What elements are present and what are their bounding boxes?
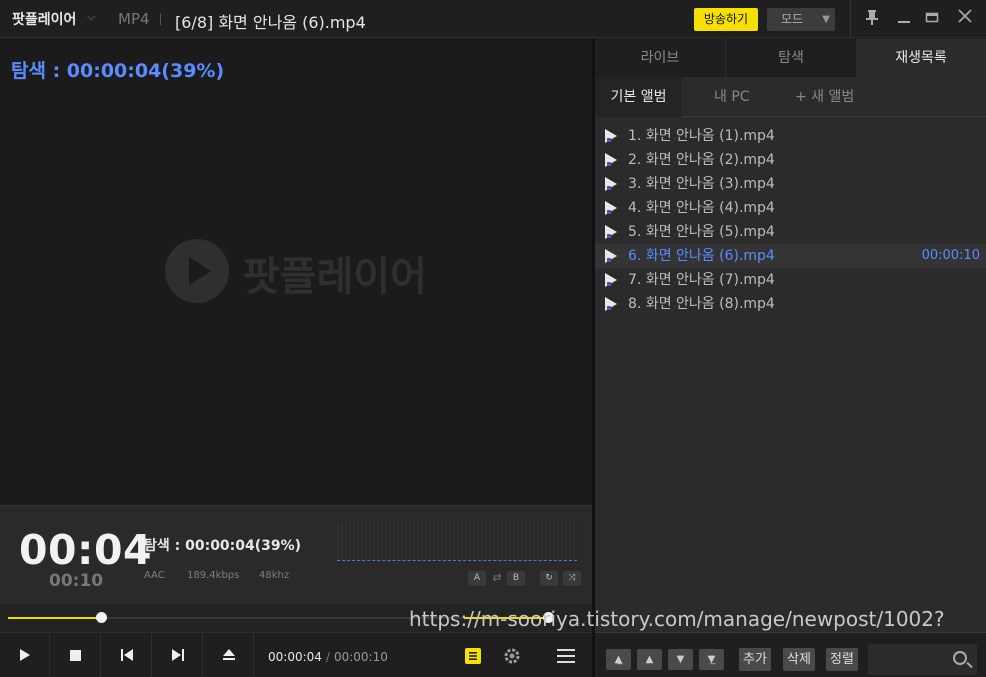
gear-icon[interactable] xyxy=(502,646,522,666)
app-logo-menu[interactable]: 팟플레이어 xyxy=(12,9,76,29)
subtab-new-album[interactable]: + 새 앨범 xyxy=(795,77,854,117)
playlist-item-title: 5. 화면 안나옴 (5).mp4 xyxy=(628,224,775,240)
move-top-icon[interactable]: ▲̲ xyxy=(606,649,631,670)
maximize-icon[interactable] xyxy=(922,9,942,29)
subtab-my-pc[interactable]: 내 PC xyxy=(714,77,750,117)
spectrum-visualizer xyxy=(337,524,577,561)
title-bar: 팟플레이어 ⌵ MP4 [6/8] 화면 안나옴 (6).mp4 방송하기 모드… xyxy=(0,0,986,38)
playlist-item[interactable]: 1. 화면 안나옴 (1).mp4 xyxy=(595,124,986,148)
video-file-icon xyxy=(605,201,617,215)
playlist-item-current[interactable]: 6. 화면 안나옴 (6).mp4 00:00:10 xyxy=(595,244,986,268)
elapsed-time: 00:00:04 xyxy=(268,650,322,664)
move-up-icon[interactable]: ▲ xyxy=(637,649,662,670)
play-button[interactable] xyxy=(0,633,50,677)
audio-sample-rate: 48khz xyxy=(259,570,290,581)
seek-osd-text: 탐색 : 00:00:04(39%) xyxy=(11,60,225,82)
playlist-item[interactable]: 2. 화면 안나옴 (2).mp4 xyxy=(595,148,986,172)
tab-live[interactable]: 라이브 xyxy=(595,39,726,77)
video-file-icon xyxy=(605,129,617,143)
playlist-item-title: 6. 화면 안나옴 (6).mp4 xyxy=(628,248,775,264)
side-panel: 라이브 탐색 재생목록 기본 앨범 내 PC + 새 앨범 1. 화면 안나옴 … xyxy=(595,39,986,677)
mode-label: 모드 xyxy=(781,12,804,26)
video-file-icon xyxy=(605,297,617,311)
control-bar: 00:00:04/00:00:10 xyxy=(0,632,592,677)
playlist-search-input[interactable] xyxy=(868,644,977,675)
file-format-label: MP4 xyxy=(118,10,150,28)
close-icon[interactable] xyxy=(955,9,975,29)
playlist-toolbar: ▲̲ ▲ ▼ ▼̲ 추가 삭제 정렬 xyxy=(595,632,986,677)
playlist-item[interactable]: 4. 화면 안나옴 (4).mp4 xyxy=(595,196,986,220)
loop-icon[interactable]: ↻ xyxy=(540,571,558,586)
duration-time: 00:00:10 xyxy=(333,650,388,664)
ab-repeat-a-button[interactable]: A xyxy=(468,571,486,586)
minimize-icon[interactable] xyxy=(894,9,914,29)
sort-button[interactable]: 정렬 xyxy=(826,648,858,671)
chevron-down-icon[interactable]: ⌵ xyxy=(87,10,95,24)
total-time: 00:10 xyxy=(49,571,104,591)
video-file-icon xyxy=(605,177,617,191)
playlist-item-title: 2. 화면 안나옴 (2).mp4 xyxy=(628,152,775,168)
subtab-default-album[interactable]: 기본 앨범 xyxy=(595,77,682,117)
album-tabs: 기본 앨범 내 PC + 새 앨범 xyxy=(595,77,986,117)
pin-icon[interactable] xyxy=(862,9,882,29)
title-vertical-divider xyxy=(850,0,851,38)
info-panel: 00:04 00:10 탐색 : 00:00:04(39%) AAC 189.4… xyxy=(0,505,592,604)
eject-button[interactable] xyxy=(204,633,254,677)
next-button[interactable] xyxy=(153,633,203,677)
playlist-item-duration: 00:00:10 xyxy=(921,248,980,263)
video-file-icon xyxy=(605,273,617,287)
title-separator xyxy=(160,13,161,25)
playlist-item-title: 3. 화면 안나옴 (3).mp4 xyxy=(628,176,775,192)
ab-repeat-b-button[interactable]: B xyxy=(507,571,525,586)
panel-tabs: 라이브 탐색 재생목록 xyxy=(595,39,986,77)
playlist-item[interactable]: 7. 화면 안나옴 (7).mp4 xyxy=(595,268,986,292)
file-title: [6/8] 화면 안나옴 (6).mp4 xyxy=(175,13,366,32)
delete-button[interactable]: 삭제 xyxy=(783,648,815,671)
tab-playlist[interactable]: 재생목록 xyxy=(857,39,986,77)
shuffle-icon[interactable]: ⤨ xyxy=(563,571,581,586)
video-file-icon xyxy=(605,225,617,239)
time-display: 00:00:04/00:00:10 xyxy=(268,650,388,664)
add-button[interactable]: 추가 xyxy=(739,648,771,671)
search-icon[interactable] xyxy=(953,651,967,665)
move-down-icon[interactable]: ▼ xyxy=(668,649,693,670)
current-time: 00:04 xyxy=(19,526,153,574)
audio-bitrate: 189.4kbps xyxy=(187,570,240,581)
seek-bar-fill xyxy=(8,617,101,619)
playlist-item-title: 4. 화면 안나옴 (4).mp4 xyxy=(628,200,775,216)
seek-bar-handle[interactable] xyxy=(96,612,107,623)
playlist-item-title: 7. 화면 안나옴 (7).mp4 xyxy=(628,272,775,288)
mode-dropdown[interactable]: 모드 ▼ xyxy=(767,8,835,31)
seek-status-text: 탐색 : 00:00:04(39%) xyxy=(144,538,302,554)
playlist-item-title: 1. 화면 안나옴 (1).mp4 xyxy=(628,128,775,144)
tab-search[interactable]: 탐색 xyxy=(726,39,857,77)
video-file-icon xyxy=(605,249,617,263)
audio-codec: AAC xyxy=(144,570,165,581)
stop-button[interactable] xyxy=(51,633,101,677)
time-separator: / xyxy=(325,650,330,664)
url-overlay-text: https://m-sooriya.tistory.com/manage/new… xyxy=(409,607,945,631)
video-area[interactable]: 탐색 : 00:00:04(39%) 팟플레이어 xyxy=(0,39,592,505)
video-file-icon xyxy=(605,153,617,167)
playlist-item[interactable]: 3. 화면 안나옴 (3).mp4 xyxy=(595,172,986,196)
previous-button[interactable] xyxy=(102,633,152,677)
menu-icon[interactable] xyxy=(556,646,576,666)
playlist-toggle-icon[interactable] xyxy=(463,646,483,666)
play-logo-icon xyxy=(165,239,229,303)
chevron-down-icon: ▼ xyxy=(822,14,830,25)
playlist-item[interactable]: 8. 화면 안나옴 (8).mp4 xyxy=(595,292,986,316)
repeat-icon[interactable]: ⇄ xyxy=(489,570,505,586)
playlist-item-title: 8. 화면 안나옴 (8).mp4 xyxy=(628,296,775,312)
move-bottom-icon[interactable]: ▼̲ xyxy=(699,649,724,670)
playlist-item[interactable]: 5. 화면 안나옴 (5).mp4 xyxy=(595,220,986,244)
watermark-text: 팟플레이어 xyxy=(243,254,427,300)
broadcast-button[interactable]: 방송하기 xyxy=(694,8,758,31)
playlist: 1. 화면 안나옴 (1).mp4 2. 화면 안나옴 (2).mp4 3. 화… xyxy=(595,124,986,316)
